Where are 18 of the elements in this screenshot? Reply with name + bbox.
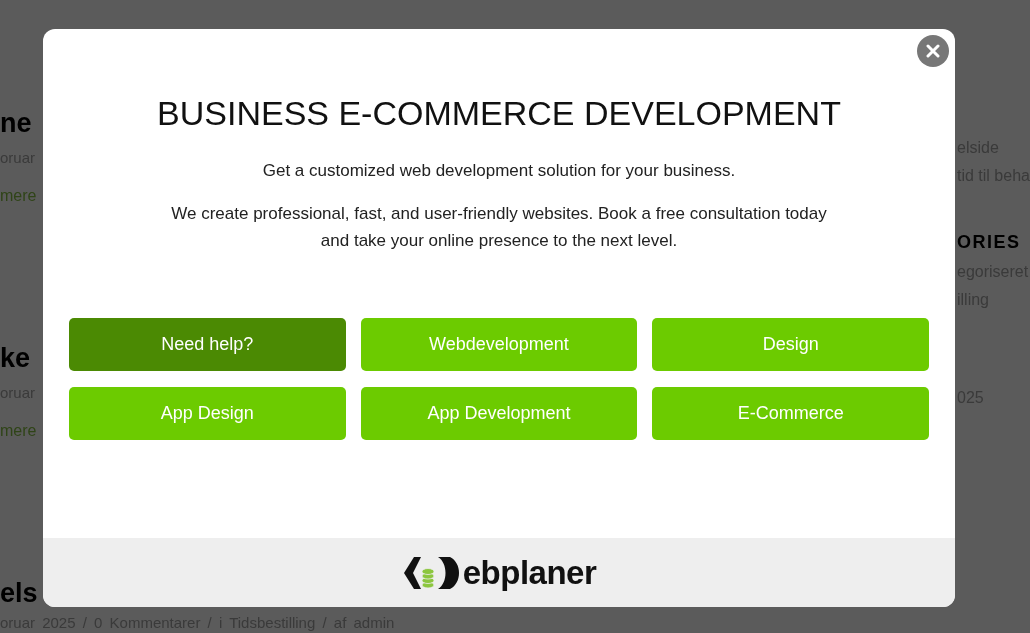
logo-text: ebplaner bbox=[462, 554, 597, 591]
post-title: els bbox=[0, 577, 38, 610]
option-button[interactable]: App Development bbox=[360, 387, 638, 440]
close-icon bbox=[926, 44, 940, 58]
option-button[interactable]: Design bbox=[652, 318, 929, 371]
intro-text: Get a customized web development solution for your business. bbox=[261, 160, 737, 182]
read-more-link[interactable]: mere bbox=[0, 419, 37, 443]
bracket-coins-icon bbox=[401, 554, 460, 591]
description-text: We create professional, fast, and user-friendly websites. Book a free consultation today and take your online presence to the next level. bbox=[170, 203, 828, 252]
read-more-link[interactable]: mere bbox=[0, 184, 37, 208]
option-button[interactable]: Webdevelopment bbox=[360, 318, 638, 371]
modal-title: BUSINESS E-COMMERCE DEVELOPMENT bbox=[156, 93, 842, 133]
post-title: ke bbox=[0, 342, 31, 375]
post-title: ne bbox=[0, 107, 32, 140]
option-button[interactable]: App Design bbox=[69, 387, 346, 440]
option-button[interactable]: Need help? bbox=[69, 318, 346, 371]
sidebar-heading: ORIES bbox=[957, 231, 1021, 254]
option-button[interactable]: E-Commerce bbox=[652, 387, 929, 440]
